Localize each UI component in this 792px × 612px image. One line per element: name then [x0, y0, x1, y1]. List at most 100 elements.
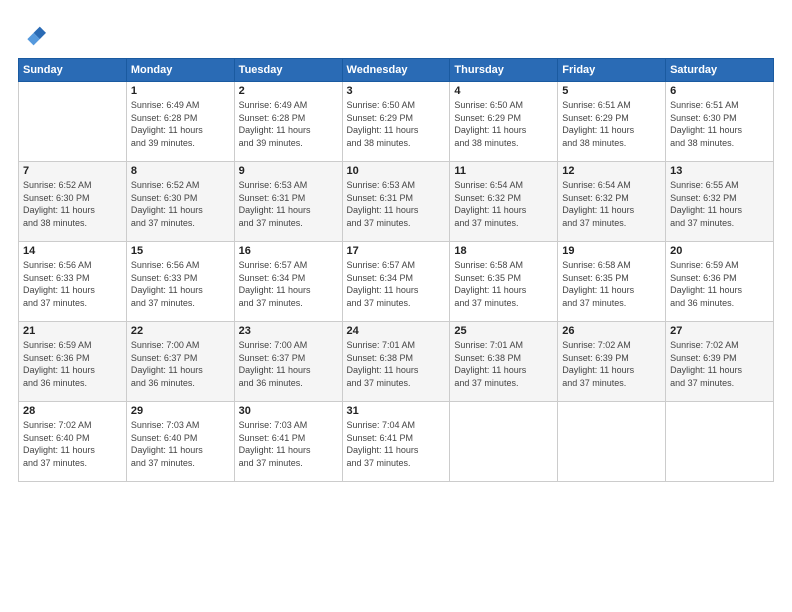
day-number: 3 [347, 85, 446, 97]
day-info: Sunrise: 6:57 AM Sunset: 6:34 PM Dayligh… [239, 259, 338, 309]
day-info: Sunrise: 6:56 AM Sunset: 6:33 PM Dayligh… [23, 259, 122, 309]
calendar-week-row: 7 Sunrise: 6:52 AM Sunset: 6:30 PM Daylig… [19, 162, 774, 242]
day-info: Sunrise: 6:53 AM Sunset: 6:31 PM Dayligh… [347, 179, 446, 229]
day-number: 27 [670, 325, 769, 337]
calendar-cell: 28Sunrise: 7:02 AM Sunset: 6:40 PM Dayli… [19, 402, 127, 482]
day-number: 19 [562, 245, 661, 257]
day-number: 18 [454, 245, 553, 257]
days-of-week-row: SundayMondayTuesdayWednesdayThursdayFrid… [19, 59, 774, 82]
day-info: Sunrise: 7:02 AM Sunset: 6:39 PM Dayligh… [670, 339, 769, 389]
day-number: 1 [131, 85, 230, 97]
day-number: 7 [23, 165, 122, 177]
calendar-cell: 31Sunrise: 7:04 AM Sunset: 6:41 PM Dayli… [342, 402, 450, 482]
day-number: 9 [239, 165, 338, 177]
day-info: Sunrise: 6:58 AM Sunset: 6:35 PM Dayligh… [454, 259, 553, 309]
day-number: 29 [131, 405, 230, 417]
day-number: 10 [347, 165, 446, 177]
day-of-week-header: Sunday [19, 59, 127, 82]
calendar-cell: 18 Sunrise: 6:58 AM Sunset: 6:35 PM Dayli… [450, 242, 558, 322]
day-info: Sunrise: 6:56 AM Sunset: 6:33 PM Dayligh… [131, 259, 230, 309]
day-info: Sunrise: 7:03 AM Sunset: 6:40 PM Dayligh… [131, 419, 230, 469]
day-of-week-header: Friday [558, 59, 666, 82]
calendar-cell: 8Sunrise: 6:52 AM Sunset: 6:30 PM Daylig… [126, 162, 234, 242]
calendar-cell [666, 402, 774, 482]
day-info: Sunrise: 7:03 AM Sunset: 6:41 PM Dayligh… [239, 419, 338, 469]
calendar-cell: 11 Sunrise: 6:54 AM Sunset: 6:32 PM Dayli… [450, 162, 558, 242]
day-info: Sunrise: 6:59 AM Sunset: 6:36 PM Dayligh… [670, 259, 769, 309]
day-number: 23 [239, 325, 338, 337]
day-number: 26 [562, 325, 661, 337]
calendar-cell: 27 Sunrise: 7:02 AM Sunset: 6:39 PM Dayli… [666, 322, 774, 402]
calendar-cell: 4 Sunrise: 6:50 AM Sunset: 6:29 PM Daylig… [450, 82, 558, 162]
calendar-week-row: 28Sunrise: 7:02 AM Sunset: 6:40 PM Dayli… [19, 402, 774, 482]
calendar-cell: 15 Sunrise: 6:56 AM Sunset: 6:33 PM Dayli… [126, 242, 234, 322]
calendar-week-row: 1 Sunrise: 6:49 AM Sunset: 6:28 PM Daylig… [19, 82, 774, 162]
day-of-week-header: Tuesday [234, 59, 342, 82]
day-of-week-header: Wednesday [342, 59, 450, 82]
day-info: Sunrise: 6:50 AM Sunset: 6:29 PM Dayligh… [454, 99, 553, 149]
calendar-cell: 30 Sunrise: 7:03 AM Sunset: 6:41 PM Dayli… [234, 402, 342, 482]
day-info: Sunrise: 6:58 AM Sunset: 6:35 PM Dayligh… [562, 259, 661, 309]
calendar-week-row: 14Sunrise: 6:56 AM Sunset: 6:33 PM Dayli… [19, 242, 774, 322]
day-info: Sunrise: 7:00 AM Sunset: 6:37 PM Dayligh… [131, 339, 230, 389]
calendar-cell: 16 Sunrise: 6:57 AM Sunset: 6:34 PM Dayli… [234, 242, 342, 322]
day-number: 25 [454, 325, 553, 337]
calendar-cell: 17Sunrise: 6:57 AM Sunset: 6:34 PM Dayli… [342, 242, 450, 322]
day-info: Sunrise: 6:59 AM Sunset: 6:36 PM Dayligh… [23, 339, 122, 389]
day-info: Sunrise: 6:57 AM Sunset: 6:34 PM Dayligh… [347, 259, 446, 309]
calendar-cell [19, 82, 127, 162]
day-info: Sunrise: 7:01 AM Sunset: 6:38 PM Dayligh… [347, 339, 446, 389]
day-number: 2 [239, 85, 338, 97]
day-number: 5 [562, 85, 661, 97]
day-of-week-header: Saturday [666, 59, 774, 82]
day-info: Sunrise: 6:50 AM Sunset: 6:29 PM Dayligh… [347, 99, 446, 149]
calendar-cell: 10 Sunrise: 6:53 AM Sunset: 6:31 PM Dayli… [342, 162, 450, 242]
day-info: Sunrise: 7:04 AM Sunset: 6:41 PM Dayligh… [347, 419, 446, 469]
day-info: Sunrise: 6:55 AM Sunset: 6:32 PM Dayligh… [670, 179, 769, 229]
calendar-cell: 9 Sunrise: 6:53 AM Sunset: 6:31 PM Daylig… [234, 162, 342, 242]
calendar-cell: 1 Sunrise: 6:49 AM Sunset: 6:28 PM Daylig… [126, 82, 234, 162]
calendar-cell: 6Sunrise: 6:51 AM Sunset: 6:30 PM Daylig… [666, 82, 774, 162]
day-of-week-header: Thursday [450, 59, 558, 82]
day-info: Sunrise: 6:53 AM Sunset: 6:31 PM Dayligh… [239, 179, 338, 229]
day-info: Sunrise: 6:52 AM Sunset: 6:30 PM Dayligh… [23, 179, 122, 229]
day-number: 16 [239, 245, 338, 257]
day-info: Sunrise: 7:02 AM Sunset: 6:40 PM Dayligh… [23, 419, 122, 469]
day-info: Sunrise: 6:54 AM Sunset: 6:32 PM Dayligh… [454, 179, 553, 229]
day-number: 15 [131, 245, 230, 257]
logo-icon [18, 22, 46, 50]
logo [18, 22, 50, 50]
calendar-cell [558, 402, 666, 482]
day-number: 11 [454, 165, 553, 177]
page: SundayMondayTuesdayWednesdayThursdayFrid… [0, 0, 792, 612]
calendar-cell: 13 Sunrise: 6:55 AM Sunset: 6:32 PM Dayli… [666, 162, 774, 242]
day-info: Sunrise: 6:52 AM Sunset: 6:30 PM Dayligh… [131, 179, 230, 229]
calendar-cell: 23Sunrise: 7:00 AM Sunset: 6:37 PM Dayli… [234, 322, 342, 402]
calendar-cell [450, 402, 558, 482]
day-number: 20 [670, 245, 769, 257]
calendar-cell: 14Sunrise: 6:56 AM Sunset: 6:33 PM Dayli… [19, 242, 127, 322]
calendar: SundayMondayTuesdayWednesdayThursdayFrid… [18, 58, 774, 482]
day-info: Sunrise: 7:02 AM Sunset: 6:39 PM Dayligh… [562, 339, 661, 389]
calendar-cell: 7 Sunrise: 6:52 AM Sunset: 6:30 PM Daylig… [19, 162, 127, 242]
header [18, 18, 774, 50]
day-number: 21 [23, 325, 122, 337]
calendar-cell: 5Sunrise: 6:51 AM Sunset: 6:29 PM Daylig… [558, 82, 666, 162]
calendar-cell: 12Sunrise: 6:54 AM Sunset: 6:32 PM Dayli… [558, 162, 666, 242]
calendar-cell: 25Sunrise: 7:01 AM Sunset: 6:38 PM Dayli… [450, 322, 558, 402]
calendar-cell: 26 Sunrise: 7:02 AM Sunset: 6:39 PM Dayli… [558, 322, 666, 402]
day-number: 13 [670, 165, 769, 177]
day-number: 12 [562, 165, 661, 177]
calendar-week-row: 21 Sunrise: 6:59 AM Sunset: 6:36 PM Dayli… [19, 322, 774, 402]
day-info: Sunrise: 6:49 AM Sunset: 6:28 PM Dayligh… [131, 99, 230, 149]
day-number: 30 [239, 405, 338, 417]
calendar-cell: 2Sunrise: 6:49 AM Sunset: 6:28 PM Daylig… [234, 82, 342, 162]
day-number: 22 [131, 325, 230, 337]
calendar-cell: 29 Sunrise: 7:03 AM Sunset: 6:40 PM Dayli… [126, 402, 234, 482]
day-number: 24 [347, 325, 446, 337]
calendar-header: SundayMondayTuesdayWednesdayThursdayFrid… [19, 59, 774, 82]
day-of-week-header: Monday [126, 59, 234, 82]
day-number: 4 [454, 85, 553, 97]
calendar-body: 1 Sunrise: 6:49 AM Sunset: 6:28 PM Daylig… [19, 82, 774, 482]
day-number: 6 [670, 85, 769, 97]
